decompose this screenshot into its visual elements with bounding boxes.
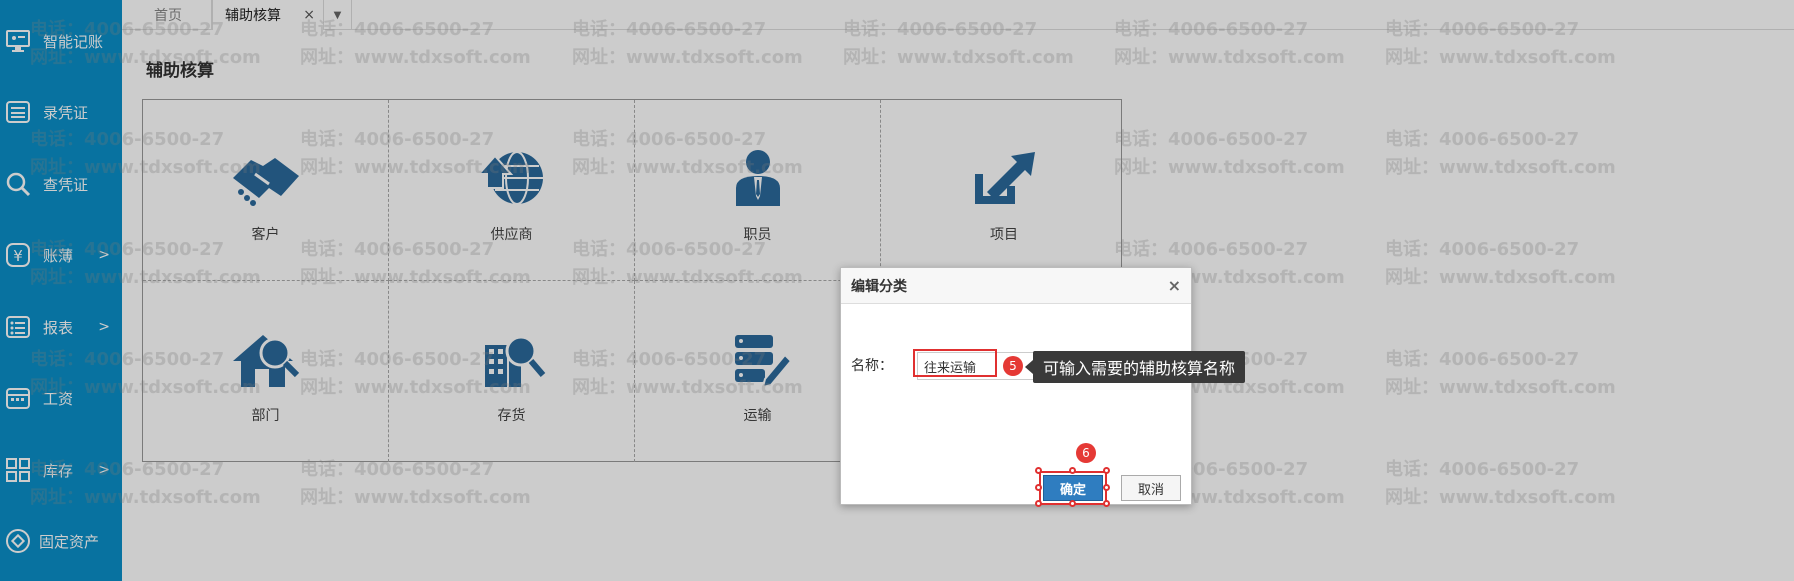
selection-handle: [1103, 484, 1110, 491]
confirm-button[interactable]: 确定: [1043, 475, 1103, 501]
selection-handle: [1069, 467, 1076, 474]
close-icon[interactable]: ×: [1168, 276, 1181, 295]
cancel-button[interactable]: 取消: [1121, 475, 1181, 501]
selection-handle: [1035, 484, 1042, 491]
step-badge-6: 6: [1076, 443, 1096, 463]
selection-handle: [1103, 467, 1110, 474]
selection-handle: [1035, 467, 1042, 474]
edit-category-dialog: 编辑分类 × 名称： 5 可输入需要的辅助核算名称 6 确定 取消: [840, 267, 1246, 507]
name-label: 名称：: [851, 358, 893, 374]
selection-handle: [1069, 500, 1076, 507]
selection-handle: [1035, 500, 1042, 507]
step-badge-5: 5: [1003, 356, 1023, 376]
dialog-title: 编辑分类: [851, 278, 907, 295]
dialog-header: 编辑分类 ×: [841, 268, 1191, 304]
hint-tooltip: 可输入需要的辅助核算名称: [1024, 351, 1246, 383]
selection-handle: [1103, 500, 1110, 507]
